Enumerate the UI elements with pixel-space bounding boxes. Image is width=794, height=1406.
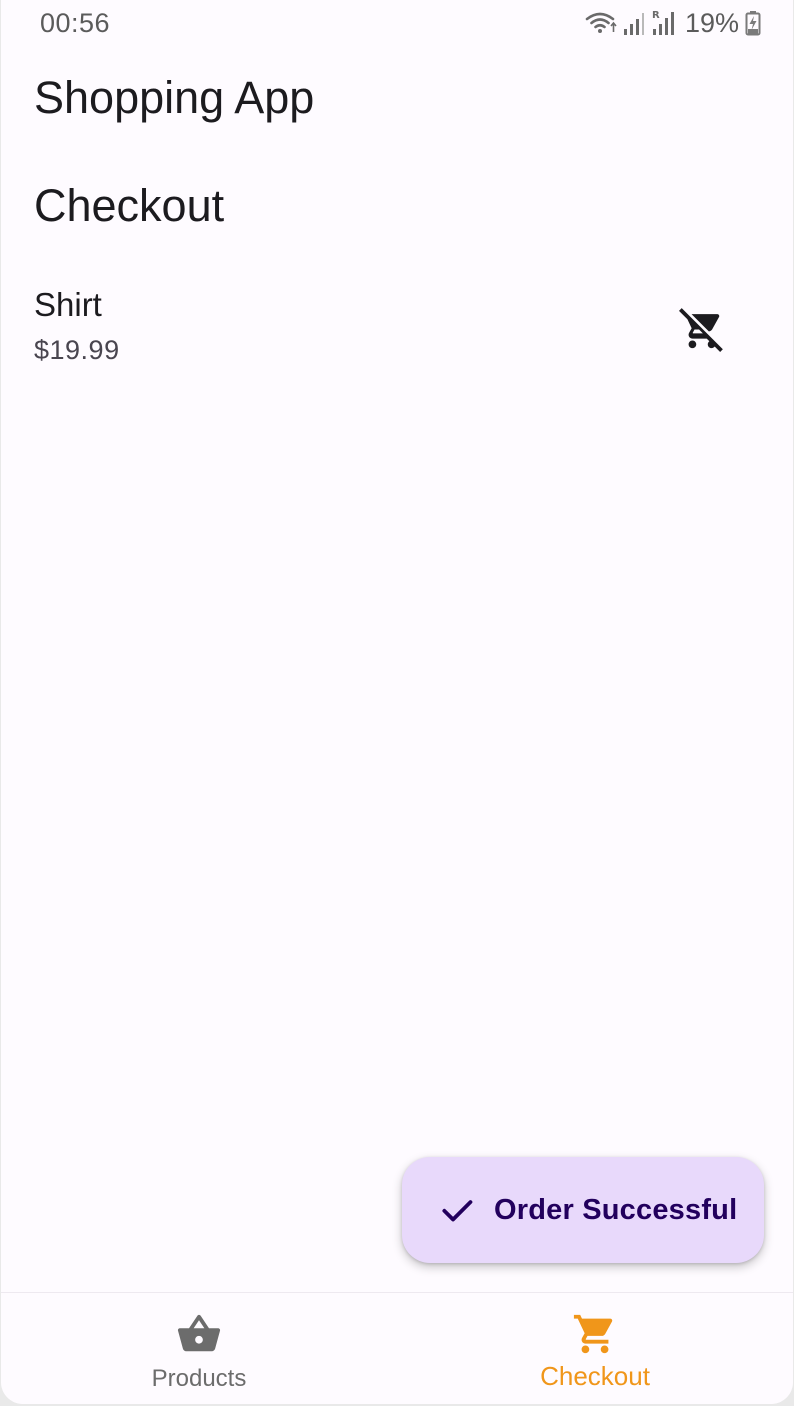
shopping-basket-icon [176,1311,222,1357]
battery-percent: 19% [684,7,739,38]
wifi-icon [585,10,617,36]
list-item: Shirt $19.99 [1,280,793,380]
nav-label-products: Products [151,1365,247,1392]
status-bar: 00:56 R 19% [1,0,793,48]
shopping-cart-icon [572,1311,618,1357]
nav-item-checkout[interactable]: Checkout [397,1293,793,1404]
remove-shopping-cart-icon [679,306,725,357]
item-name: Shirt [34,286,102,323]
svg-text:R: R [652,10,660,21]
nav-label-checkout: Checkout [540,1361,650,1391]
app-title: Shopping App [34,72,315,123]
signal-icon [623,10,645,36]
signal-roaming-icon: R [651,9,675,37]
remove-from-cart-button[interactable] [673,302,731,360]
app-screen: 00:56 R 19% Shopping App Checkout Shirt … [1,0,793,1404]
order-success-snackbar[interactable]: Order Successful [402,1157,764,1263]
item-price: $19.99 [34,335,120,365]
nav-item-products[interactable]: Products [1,1293,397,1404]
bottom-navigation: Products Checkout [1,1292,793,1404]
check-icon [438,1191,476,1229]
snackbar-label: Order Successful [494,1193,738,1226]
battery-charging-icon [745,10,761,36]
page-title: Checkout [34,180,225,231]
status-time: 00:56 [40,8,111,38]
status-icons: R 19% [585,7,761,39]
